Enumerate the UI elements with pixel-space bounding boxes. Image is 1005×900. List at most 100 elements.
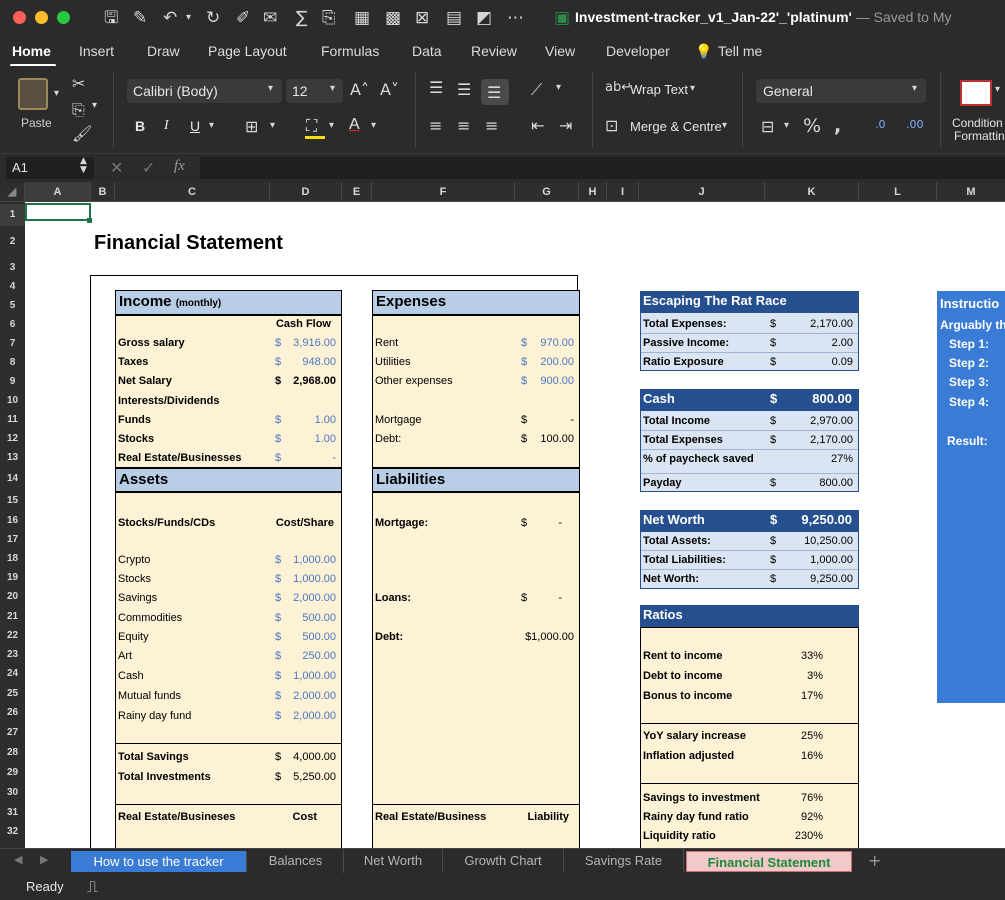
align-middle-icon[interactable]: ☰ (457, 80, 471, 99)
conditional-dropdown-icon[interactable]: ▾ (995, 84, 1000, 95)
row-header-13[interactable]: 13 (0, 448, 25, 467)
row-header-5[interactable]: 5 (0, 296, 25, 315)
tab-developer[interactable]: Developer (606, 43, 670, 59)
column-header-a[interactable]: A (25, 182, 91, 202)
column-header-h[interactable]: H (579, 182, 607, 202)
sheet-tab-savings-rate[interactable]: Savings Rate (564, 849, 684, 873)
row-header-6[interactable]: 6 (0, 315, 25, 334)
row-header-19[interactable]: 19 (0, 568, 25, 587)
row-header-22[interactable]: 22 (0, 626, 25, 645)
row-header-11[interactable]: 11 (0, 410, 25, 429)
number-format-dropdown[interactable]: General ▾ (756, 79, 926, 103)
comma-style-icon[interactable]: , (834, 115, 841, 137)
formula-input[interactable] (200, 157, 1005, 179)
tab-home[interactable]: Home (12, 43, 51, 59)
underline-dropdown-icon[interactable]: ▾ (209, 120, 214, 131)
row-header-21[interactable]: 21 (0, 607, 25, 626)
row-header-14[interactable]: 14 (0, 467, 25, 491)
column-header-c[interactable]: C (115, 182, 270, 202)
row-header-29[interactable]: 29 (0, 763, 25, 783)
row-header-15[interactable]: 15 (0, 491, 25, 511)
paste-dropdown-icon[interactable]: ▾ (54, 88, 59, 99)
paste-icon[interactable] (18, 78, 48, 110)
conditional-formatting-label[interactable]: Condition (952, 116, 1003, 130)
decrease-indent-icon[interactable]: ⇤ (531, 116, 544, 135)
column-header-j[interactable]: J (639, 182, 765, 202)
sheet-tab-balances[interactable]: Balances (248, 849, 344, 873)
sheet-tab-net-worth[interactable]: Net Worth (344, 849, 443, 873)
fill-color-dropdown-icon[interactable]: ▾ (329, 120, 334, 131)
column-header-k[interactable]: K (765, 182, 859, 202)
fill-color-icon[interactable]: ⛶ (306, 116, 317, 136)
select-all-button[interactable]: ◢ (0, 182, 25, 202)
merge-dropdown-icon[interactable]: ▾ (722, 120, 727, 131)
conditional-formatting-label-2[interactable]: Formattin (954, 129, 1005, 143)
row-header-31[interactable]: 31 (0, 803, 25, 822)
bold-button[interactable]: B (135, 118, 145, 134)
borders-dropdown-icon[interactable]: ▾ (270, 120, 275, 131)
row-header-8[interactable]: 8 (0, 353, 25, 372)
more-icon[interactable]: ⋯ (507, 8, 524, 28)
enter-icon[interactable]: ✓ (142, 158, 155, 177)
redo-icon[interactable]: ↻ (206, 8, 220, 28)
delete-cells-icon[interactable]: ⊠ (415, 8, 429, 28)
row-header-10[interactable]: 10 (0, 391, 25, 410)
accounting-format-icon[interactable]: ⊟ (761, 117, 774, 136)
underline-button[interactable]: U (190, 118, 200, 134)
column-header-f[interactable]: F (372, 182, 515, 202)
scroll-tabs-right-icon[interactable]: ▶ (40, 853, 48, 866)
row-header-2[interactable]: 2 (0, 226, 25, 258)
column-header-m[interactable]: M (937, 182, 1005, 202)
align-right-icon[interactable]: ≡ (485, 116, 498, 135)
table-icon[interactable]: ▦ (354, 8, 370, 28)
merge-centre-button[interactable]: Merge & Centre (630, 119, 722, 134)
tab-insert[interactable]: Insert (79, 43, 114, 59)
font-color-dropdown-icon[interactable]: ▾ (371, 120, 376, 131)
column-header-b[interactable]: B (91, 182, 115, 202)
align-top-icon[interactable]: ☰ (429, 78, 443, 97)
increase-decimal-icon[interactable]: .0 (875, 118, 886, 131)
sheet-tab-financial-statement[interactable]: Financial Statement (686, 851, 852, 872)
italic-button[interactable]: I (164, 118, 169, 134)
chart-icon[interactable]: ◩ (476, 8, 492, 28)
tab-draw[interactable]: Draw (147, 43, 180, 59)
autosum-icon[interactable]: ∑ (296, 8, 307, 28)
conditional-formatting-icon[interactable] (960, 80, 992, 106)
align-center-icon[interactable]: ≡ (457, 116, 470, 135)
borders-icon[interactable]: ⊞ (245, 117, 258, 136)
wrap-text-dropdown-icon[interactable]: ▾ (690, 83, 695, 94)
orientation-dropdown-icon[interactable]: ▾ (556, 82, 561, 93)
row-header-25[interactable]: 25 (0, 684, 25, 703)
tab-review[interactable]: Review (471, 43, 517, 59)
fill-handle[interactable] (87, 218, 92, 223)
decrease-font-icon[interactable]: A˅ (380, 80, 399, 99)
undo-icon[interactable]: ↶ (163, 8, 177, 28)
row-header-7[interactable]: 7 (0, 334, 25, 353)
row-header-28[interactable]: 28 (0, 743, 25, 763)
row-header-3[interactable]: 3 (0, 258, 25, 277)
row-header-1[interactable]: 1 (0, 204, 25, 226)
grid-icon[interactable]: ▩ (385, 8, 401, 28)
edit-icon[interactable]: ✎ (133, 8, 147, 28)
column-header-e[interactable]: E (342, 182, 372, 202)
row-header-17[interactable]: 17 (0, 530, 25, 549)
row-header-20[interactable]: 20 (0, 587, 25, 607)
close-window-button[interactable] (13, 11, 26, 24)
font-name-dropdown[interactable]: Calibri (Body) ▾ (127, 79, 282, 103)
increase-font-icon[interactable]: A˄ (350, 80, 369, 99)
cancel-icon[interactable]: ✕ (110, 158, 123, 177)
minimize-window-button[interactable] (35, 11, 48, 24)
row-header-12[interactable]: 12 (0, 429, 25, 448)
sheet-tab-growth-chart[interactable]: Growth Chart (443, 849, 564, 873)
row-header-24[interactable]: 24 (0, 664, 25, 684)
format-painter-icon[interactable]: ✐ (236, 8, 250, 28)
wrap-text-button[interactable]: Wrap Text (630, 82, 688, 97)
row-header-16[interactable]: 16 (0, 511, 25, 530)
column-header-l[interactable]: L (859, 182, 937, 202)
save-icon[interactable]: 🖫 (104, 8, 118, 28)
mail-icon[interactable]: ✉ (263, 8, 277, 28)
align-left-icon[interactable]: ≡ (429, 116, 442, 135)
accounting-dropdown-icon[interactable]: ▾ (784, 120, 789, 131)
copy-dropdown-icon[interactable]: ▾ (92, 100, 97, 111)
scroll-tabs-left-icon[interactable]: ◀ (14, 853, 22, 866)
